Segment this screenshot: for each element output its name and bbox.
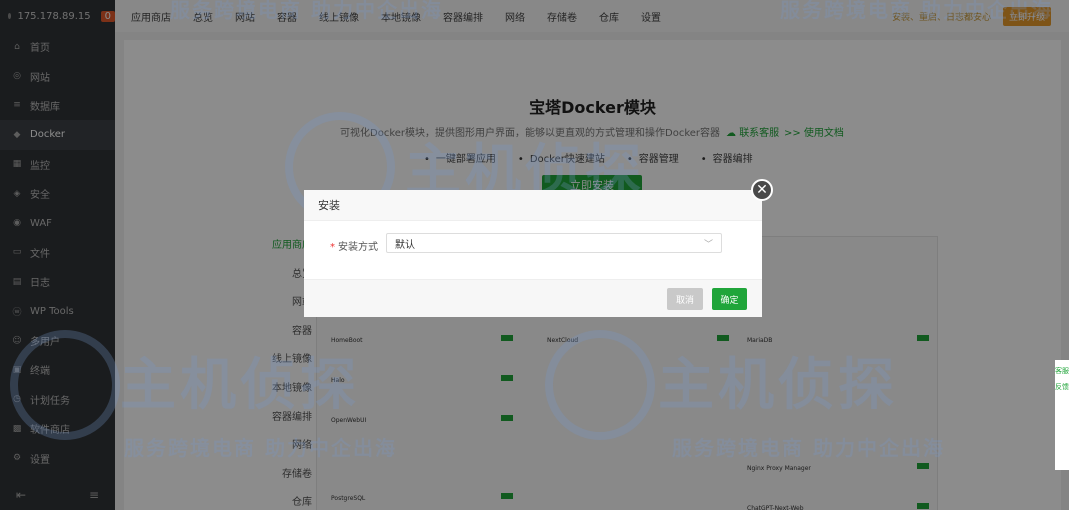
right-tool-item[interactable]: 客服 [1055,366,1069,376]
install-method-value: 默认 [395,239,415,251]
dialog-header: 安装 [304,190,762,221]
watermark-logo-icon [10,330,120,440]
required-mark: * [330,242,335,253]
watermark-subtitle: 服务跨境电商 助力中企出海 [780,0,1053,22]
confirm-button[interactable]: 确定 [712,288,747,310]
install-method-label: * 安装方式 [330,238,378,253]
watermark-title: 主机侦探 [658,353,898,418]
right-tool-item[interactable]: 反馈 [1055,382,1069,392]
right-toolbar: 客服 反馈 [1055,360,1069,470]
close-icon: ✕ [756,182,768,198]
watermark-logo-icon [545,330,655,440]
watermark-subtitle: 服务跨境电商 助力中企出海 [124,436,397,460]
watermark-subtitle: 服务跨境电商 助力中企出海 [672,436,945,460]
install-method-select[interactable]: 默认 ﹀ [386,233,722,253]
dialog-title: 安装 [318,199,340,212]
install-method-text: 安装方式 [338,242,378,253]
chevron-down-icon: ﹀ [703,240,713,250]
dialog-body: * 安装方式 默认 ﹀ [304,221,762,281]
watermark-subtitle: 服务跨境电商 助力中企出海 [170,0,443,22]
close-dialog-button[interactable]: ✕ [751,179,773,201]
watermark-title: 主机侦探 [120,353,360,418]
install-dialog: 安装 * 安装方式 默认 ﹀ 取消 确定 [304,190,762,317]
cancel-button[interactable]: 取消 [667,288,703,310]
dialog-footer: 取消 确定 [304,279,762,317]
